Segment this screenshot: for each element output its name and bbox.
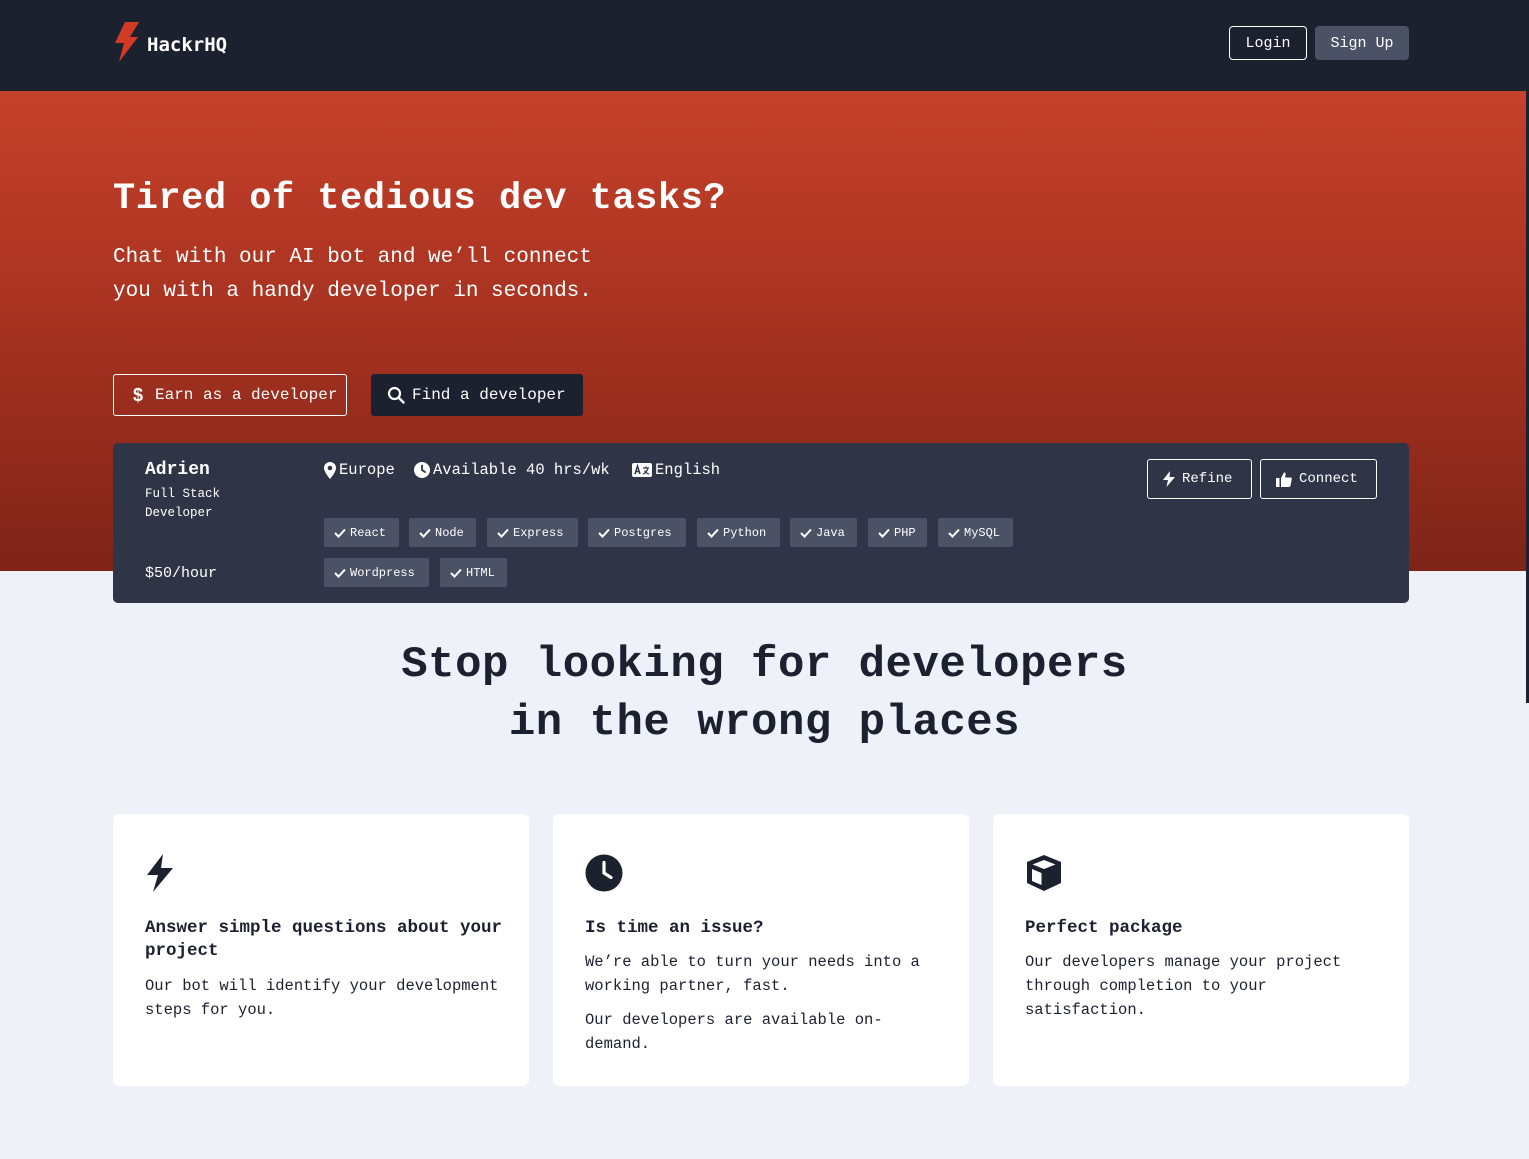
skill-tag: PHP — [868, 518, 927, 547]
skill-label: Express — [513, 525, 564, 540]
feature-text: Our developers manage your project throu… — [1025, 953, 1342, 1019]
skill-label: Java — [816, 525, 845, 540]
skill-tag: Postgres — [588, 518, 686, 547]
skill-label: MySQL — [964, 525, 1001, 540]
signup-button[interactable]: Sign Up — [1315, 26, 1409, 60]
feature-card: Answer simple questions about your proje… — [113, 814, 529, 1086]
developer-name: Adrien — [145, 460, 210, 480]
cube-icon — [1025, 854, 1063, 897]
check-icon — [800, 528, 812, 538]
earn-button-label: Earn as a developer — [155, 386, 338, 404]
developer-location: Europe — [324, 461, 395, 479]
developer-availability: Available 40 hrs/wk — [414, 461, 610, 479]
skill-tag: Wordpress — [324, 558, 429, 587]
bolt-icon — [145, 854, 175, 897]
skill-label: React — [350, 525, 387, 540]
section-title-line-2: in the wrong places — [508, 698, 1021, 748]
feature-title: Answer simple questions about your proje… — [145, 918, 503, 961]
check-icon — [334, 528, 346, 538]
earn-as-developer-button[interactable]: $ Earn as a developer — [113, 374, 347, 416]
check-icon — [598, 528, 610, 538]
skill-label: Node — [435, 525, 464, 540]
hero-subtitle: Chat with our AI bot and we’ll connect y… — [113, 246, 592, 303]
location-text: Europe — [339, 461, 395, 479]
map-pin-icon — [324, 461, 336, 479]
lightning-logo-icon — [113, 22, 141, 67]
check-icon — [707, 528, 719, 538]
connect-label: Connect — [1299, 471, 1358, 487]
section-title: Stop looking for developers in the wrong… — [0, 636, 1529, 752]
top-navbar: HackrHQ Login Sign Up — [0, 0, 1529, 91]
feature-title: Is time an issue? — [585, 918, 764, 938]
brand-name: HackrHQ — [147, 33, 228, 56]
svg-text:$: $ — [133, 386, 143, 404]
skill-label: Python — [723, 525, 767, 540]
check-icon — [334, 568, 346, 578]
check-icon — [450, 568, 462, 578]
check-icon — [497, 528, 509, 538]
developer-language: English — [632, 461, 720, 479]
check-icon — [419, 528, 431, 538]
login-button[interactable]: Login — [1229, 26, 1307, 60]
check-icon — [878, 528, 890, 538]
developer-role: Full Stack Developer — [145, 487, 221, 520]
feature-card: Perfect package Our developers manage yo… — [993, 814, 1409, 1086]
skill-label: PHP — [894, 525, 916, 540]
skill-label: HTML — [466, 565, 495, 580]
feature-text: Our developers are available on-demand. — [585, 1011, 883, 1053]
developer-card: Adrien Full Stack Developer $50/hour Eur… — [113, 443, 1409, 603]
find-developer-button[interactable]: Find a developer — [371, 374, 583, 416]
bolt-icon — [1163, 471, 1175, 487]
developer-rate: $50/hour — [145, 565, 218, 582]
feature-text: Our bot will identify your development s… — [145, 977, 499, 1019]
availability-text: Available 40 hrs/wk — [433, 461, 610, 479]
language-text: English — [655, 461, 721, 479]
hero-title: Tired of tedious dev tasks? — [113, 178, 726, 220]
skill-tag: Python — [697, 518, 780, 547]
clock-icon — [585, 854, 623, 897]
skill-tag: Node — [409, 518, 476, 547]
skill-label: Postgres — [614, 525, 672, 540]
feature-title: Perfect package — [1025, 918, 1183, 938]
skill-tag: HTML — [440, 558, 507, 587]
refine-label: Refine — [1182, 471, 1233, 487]
language-icon — [632, 463, 652, 477]
check-icon — [948, 528, 960, 538]
refine-button[interactable]: Refine — [1147, 459, 1252, 499]
brand-logo[interactable]: HackrHQ — [113, 22, 227, 67]
skill-tag: Java — [790, 518, 857, 547]
connect-button[interactable]: Connect — [1260, 459, 1377, 499]
clock-icon — [414, 462, 430, 478]
section-title-line-1: Stop looking for developers — [401, 640, 1128, 690]
search-icon — [387, 386, 405, 404]
skill-tag: MySQL — [938, 518, 1013, 547]
skill-tag: Express — [487, 518, 578, 547]
feature-text: We’re able to turn your needs into a wor… — [585, 953, 920, 995]
skill-tag: React — [324, 518, 399, 547]
dollar-icon: $ — [130, 386, 148, 404]
thumbs-up-icon — [1276, 472, 1292, 487]
find-button-label: Find a developer — [412, 386, 566, 404]
skill-label: Wordpress — [350, 565, 415, 580]
feature-card: Is time an issue? We’re able to turn you… — [553, 814, 969, 1086]
